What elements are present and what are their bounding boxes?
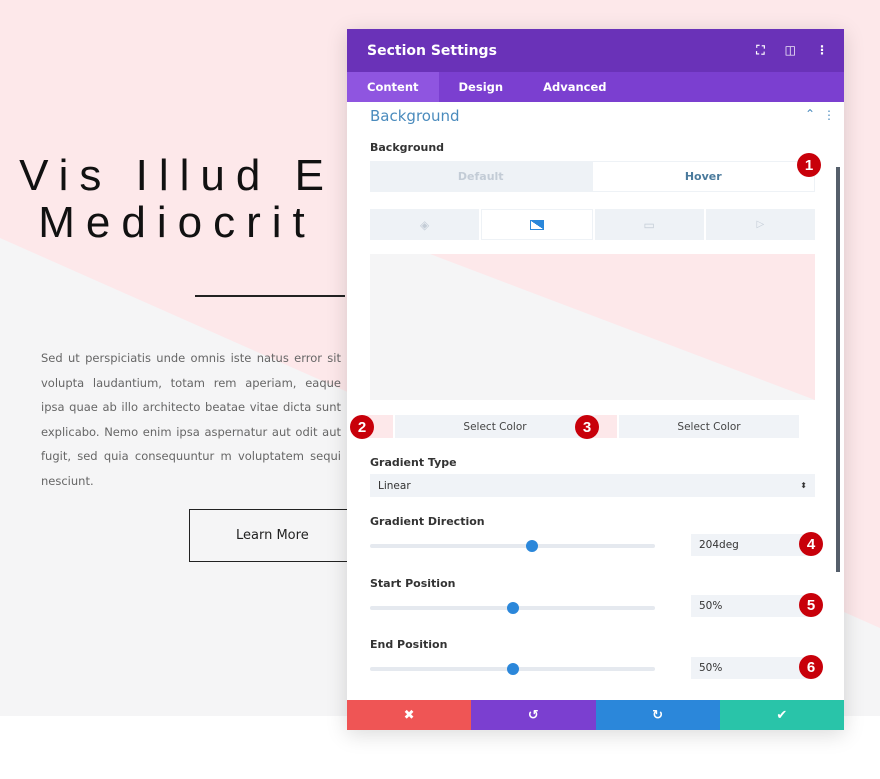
image-icon[interactable]: ▭ [594,209,704,240]
select-arrows-icon: ⬍ [800,481,807,490]
end-position-input[interactable]: 50% [691,657,811,679]
section-settings-modal: Section Settings ⛶ ◫ ⋮ Content Design Ad… [347,29,844,730]
gradient-type-label: Gradient Type [370,456,457,469]
learn-more-button[interactable]: Learn More [189,509,347,562]
undo-icon: ↺ [527,707,539,723]
direction-slider-thumb[interactable] [525,540,538,552]
color-icon[interactable]: ◈ [370,209,480,240]
collapse-icon[interactable]: ⌃ [805,107,815,121]
badge-5: 5 [799,593,823,617]
tab-advanced[interactable]: Advanced [523,72,626,102]
check-icon: ✔ [776,707,788,723]
direction-slider-track[interactable] [370,544,655,548]
body-text: Sed ut perspiciatis unde omnis iste natu… [41,351,341,488]
divider [195,295,345,297]
start-slider-thumb[interactable] [506,602,519,614]
state-toggle: Default Hover [370,161,815,192]
close-icon: ✖ [403,707,415,723]
gradient-type-value: Linear [378,479,411,492]
badge-4: 4 [799,532,823,556]
save-button[interactable]: ✔ [719,700,844,730]
gradient-icon[interactable] [481,209,593,240]
badge-1: 1 [797,153,821,177]
scrollbar[interactable] [836,167,840,572]
tab-design[interactable]: Design [439,72,524,102]
modal-header: Section Settings ⛶ ◫ ⋮ [347,29,844,72]
tab-content[interactable]: Content [347,72,439,102]
start-position-label: Start Position [370,577,456,590]
redo-button[interactable]: ↻ [595,700,720,730]
gradient-preview [370,254,815,400]
direction-input[interactable]: 204deg [691,534,811,556]
background-type-tabs: ◈ ▭ ▷ [370,209,815,240]
modal-tabs: Content Design Advanced [347,72,844,102]
undo-button[interactable]: ↺ [471,700,596,730]
badge-3: 3 [575,415,599,439]
section-more-icon[interactable]: ⋮ [823,108,835,122]
select-color-1-button[interactable]: Select Color [395,415,595,438]
select-color-2-button[interactable]: Select Color [619,415,799,438]
state-default[interactable]: Default [370,161,592,192]
cancel-button[interactable]: ✖ [347,700,472,730]
badge-2: 2 [350,415,374,439]
hero-title: Vis Illud E Mediocrit [19,151,335,247]
gradient-direction-label: Gradient Direction [370,515,485,528]
redo-icon: ↻ [652,707,664,723]
more-options-icon[interactable]: ⋮ [816,43,828,58]
section-heading[interactable]: Background [370,107,460,125]
video-icon[interactable]: ▷ [705,209,815,240]
modal-title: Section Settings [367,42,497,59]
background-label: Background [370,141,445,154]
start-position-input[interactable]: 50% [691,595,811,617]
end-position-label: End Position [370,638,448,651]
end-slider-thumb[interactable] [506,663,519,675]
state-hover[interactable]: Hover [592,162,814,191]
sidebar-layout-icon[interactable]: ◫ [785,43,796,58]
badge-6: 6 [799,655,823,679]
gradient-type-select[interactable]: Linear ⬍ [370,474,815,497]
modal-footer: ✖ ↺ ↻ ✔ [347,700,844,730]
fullscreen-icon[interactable]: ⛶ [756,43,764,58]
